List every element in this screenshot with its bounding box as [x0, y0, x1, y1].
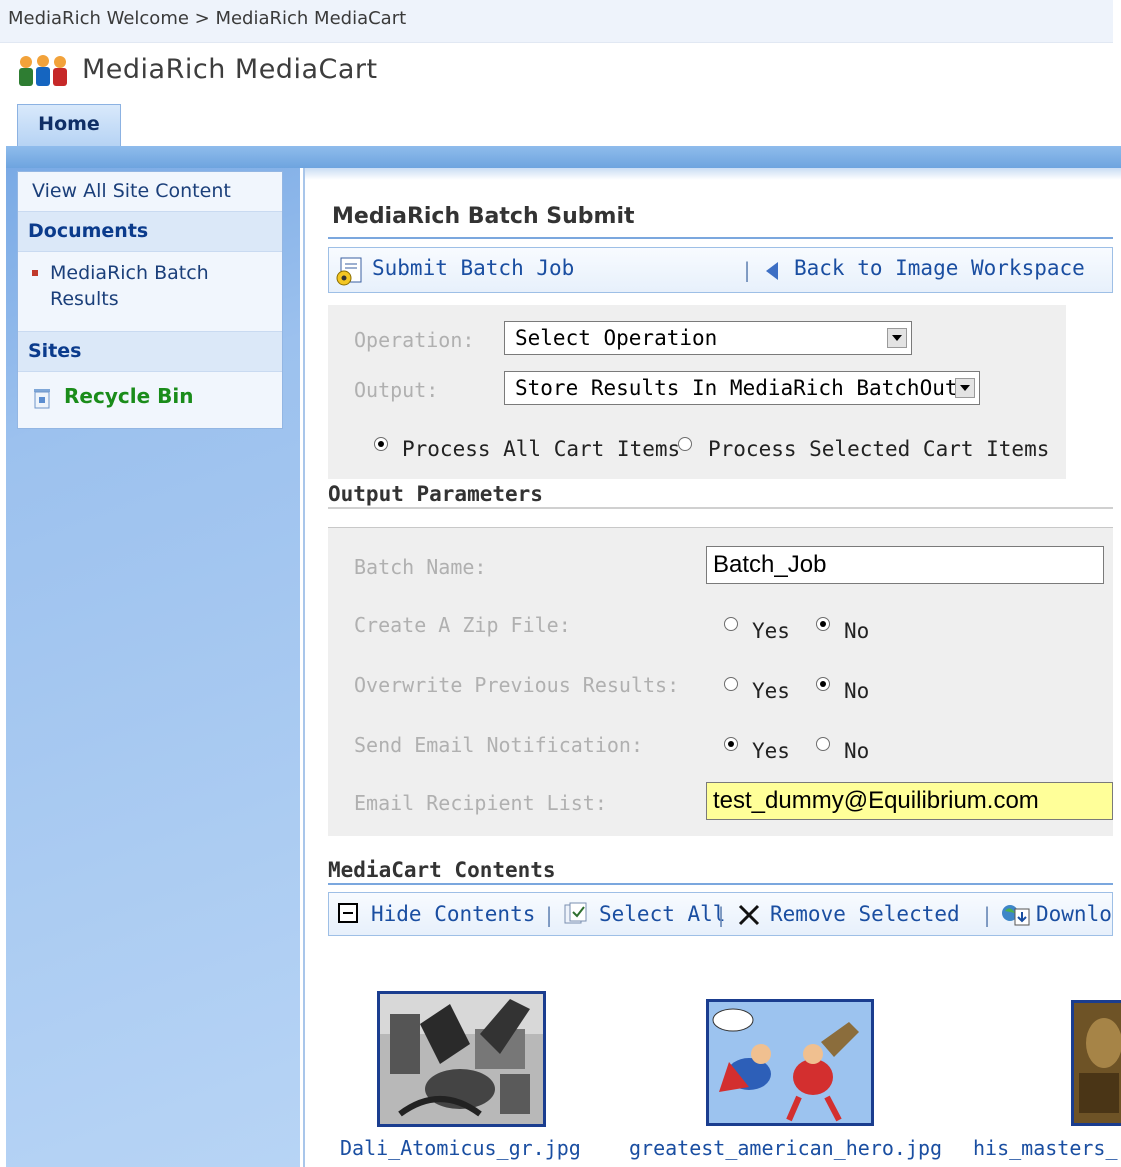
title-divider	[328, 237, 1113, 239]
sidebar-item-batch-results[interactable]: MediaRich Batch Results	[18, 252, 282, 332]
chevron-down-icon	[887, 328, 907, 348]
documents-heading-label: Documents	[28, 220, 149, 242]
main-top-strip	[303, 168, 1121, 180]
remove-selected-button[interactable]: Remove Selected	[770, 902, 960, 926]
thumbnail-caption[interactable]: his_masters_	[973, 1136, 1118, 1160]
zip-no-radio[interactable]	[816, 617, 830, 631]
toolbar-separator: |	[543, 903, 556, 927]
overwrite-yes-radio[interactable]	[724, 677, 738, 691]
tab-band	[6, 103, 1121, 147]
email-notification-label: Send Email Notification:	[354, 733, 643, 757]
documents-heading[interactable]: Documents	[18, 212, 282, 252]
sites-heading[interactable]: Sites	[18, 332, 282, 372]
email-no-radio[interactable]	[816, 737, 830, 751]
view-all-label: View All Site Content	[32, 180, 231, 202]
email-yes-label: Yes	[752, 739, 790, 763]
select-all-icon[interactable]	[563, 901, 589, 927]
tab-home-label: Home	[38, 113, 100, 135]
submit-batch-job-button[interactable]: Submit Batch Job	[372, 256, 574, 280]
thumbnail-caption[interactable]: Dali_Atomicus_gr.jpg	[340, 1136, 581, 1160]
sidebar-item-label: MediaRich Batch Results	[50, 262, 209, 310]
output-parameters-panel: Batch Name: Create A Zip File: Yes No Ov…	[328, 527, 1113, 836]
toolbar-separator: |	[715, 903, 728, 927]
people-icon	[19, 55, 67, 86]
zip-no-label: No	[844, 619, 870, 643]
back-to-image-workspace-link[interactable]: Back to Image Workspace	[794, 256, 1085, 280]
hide-contents-button[interactable]: Hide Contents	[371, 902, 535, 926]
breadcrumb[interactable]: MediaRich Welcome > MediaRich MediaCart	[8, 8, 406, 29]
toolbar-separator: |	[741, 258, 754, 282]
operation-label: Operation:	[354, 328, 475, 352]
overwrite-yes-label: Yes	[752, 679, 790, 703]
overwrite-label: Overwrite Previous Results:	[354, 673, 680, 697]
email-recipient-input[interactable]	[706, 782, 1113, 820]
main-left-border	[303, 168, 305, 1167]
collapse-icon[interactable]	[338, 903, 358, 923]
toolbar-separator: |	[981, 903, 994, 927]
download-button[interactable]: Downlo	[1036, 902, 1112, 926]
overwrite-no-label: No	[844, 679, 870, 703]
back-arrow-icon[interactable]	[766, 262, 778, 280]
process-selected-label: Process Selected Cart Items	[708, 437, 1050, 461]
download-icon[interactable]	[1001, 901, 1031, 927]
hero-cartoon-image	[709, 1002, 871, 1123]
batch-name-input[interactable]	[706, 546, 1104, 584]
output-label: Output:	[354, 378, 439, 402]
overwrite-no-radio[interactable]	[816, 677, 830, 691]
view-all-site-content-link[interactable]: View All Site Content	[18, 172, 282, 212]
tab-home[interactable]: Home	[17, 104, 121, 146]
submit-batch-icon[interactable]	[335, 256, 365, 286]
dali-photo-image	[380, 994, 543, 1124]
web-part-title: MediaRich Batch Submit	[332, 204, 635, 229]
painting-image	[1074, 1003, 1121, 1123]
mediacart-contents-title: MediaCart Contents	[328, 858, 556, 882]
operation-select-value: Select Operation	[515, 326, 718, 350]
zip-yes-radio[interactable]	[724, 617, 738, 631]
site-title: MediaRich MediaCart	[82, 54, 378, 85]
recycle-bin-link[interactable]: Recycle Bin	[18, 372, 282, 428]
operation-select[interactable]: Select Operation	[504, 321, 912, 355]
cart-divider	[328, 883, 1113, 885]
recycle-bin-label: Recycle Bin	[64, 384, 194, 408]
chevron-down-icon	[955, 378, 975, 398]
output-parameters-title: Output Parameters	[328, 482, 543, 506]
output-parameters-divider	[328, 507, 1113, 509]
remove-x-icon[interactable]	[737, 903, 761, 927]
operation-panel: Operation: Select Operation Output: Stor…	[328, 305, 1066, 479]
sites-heading-label: Sites	[28, 340, 82, 362]
process-all-radio[interactable]	[374, 437, 388, 451]
email-yes-radio[interactable]	[724, 737, 738, 751]
email-no-label: No	[844, 739, 870, 763]
thumbnail-greatest-american-hero[interactable]	[706, 999, 874, 1126]
top-nav-band	[6, 146, 1121, 168]
zip-yes-label: Yes	[752, 619, 790, 643]
process-all-label: Process All Cart Items	[402, 437, 681, 461]
quick-launch: View All Site Content Documents MediaRic…	[17, 171, 283, 429]
cart-toolbar: Hide Contents | Select All | Remove Sele…	[328, 892, 1113, 936]
select-all-button[interactable]: Select All	[599, 902, 725, 926]
batch-name-label: Batch Name:	[354, 555, 487, 579]
email-recipient-label: Email Recipient List:	[354, 791, 607, 815]
thumbnail-caption[interactable]: greatest_american_hero.jpg	[629, 1136, 942, 1160]
thumbnail-dali-atomicus[interactable]	[377, 991, 546, 1127]
thumbnail-his-masters[interactable]	[1071, 1000, 1121, 1126]
output-select[interactable]: Store Results In MediaRich BatchOut	[504, 371, 980, 405]
recycle-bin-icon	[34, 389, 50, 409]
process-selected-radio[interactable]	[678, 437, 692, 451]
output-select-value: Store Results In MediaRich BatchOut	[515, 376, 958, 400]
zip-file-label: Create A Zip File:	[354, 613, 571, 637]
bullet-icon	[32, 270, 38, 276]
